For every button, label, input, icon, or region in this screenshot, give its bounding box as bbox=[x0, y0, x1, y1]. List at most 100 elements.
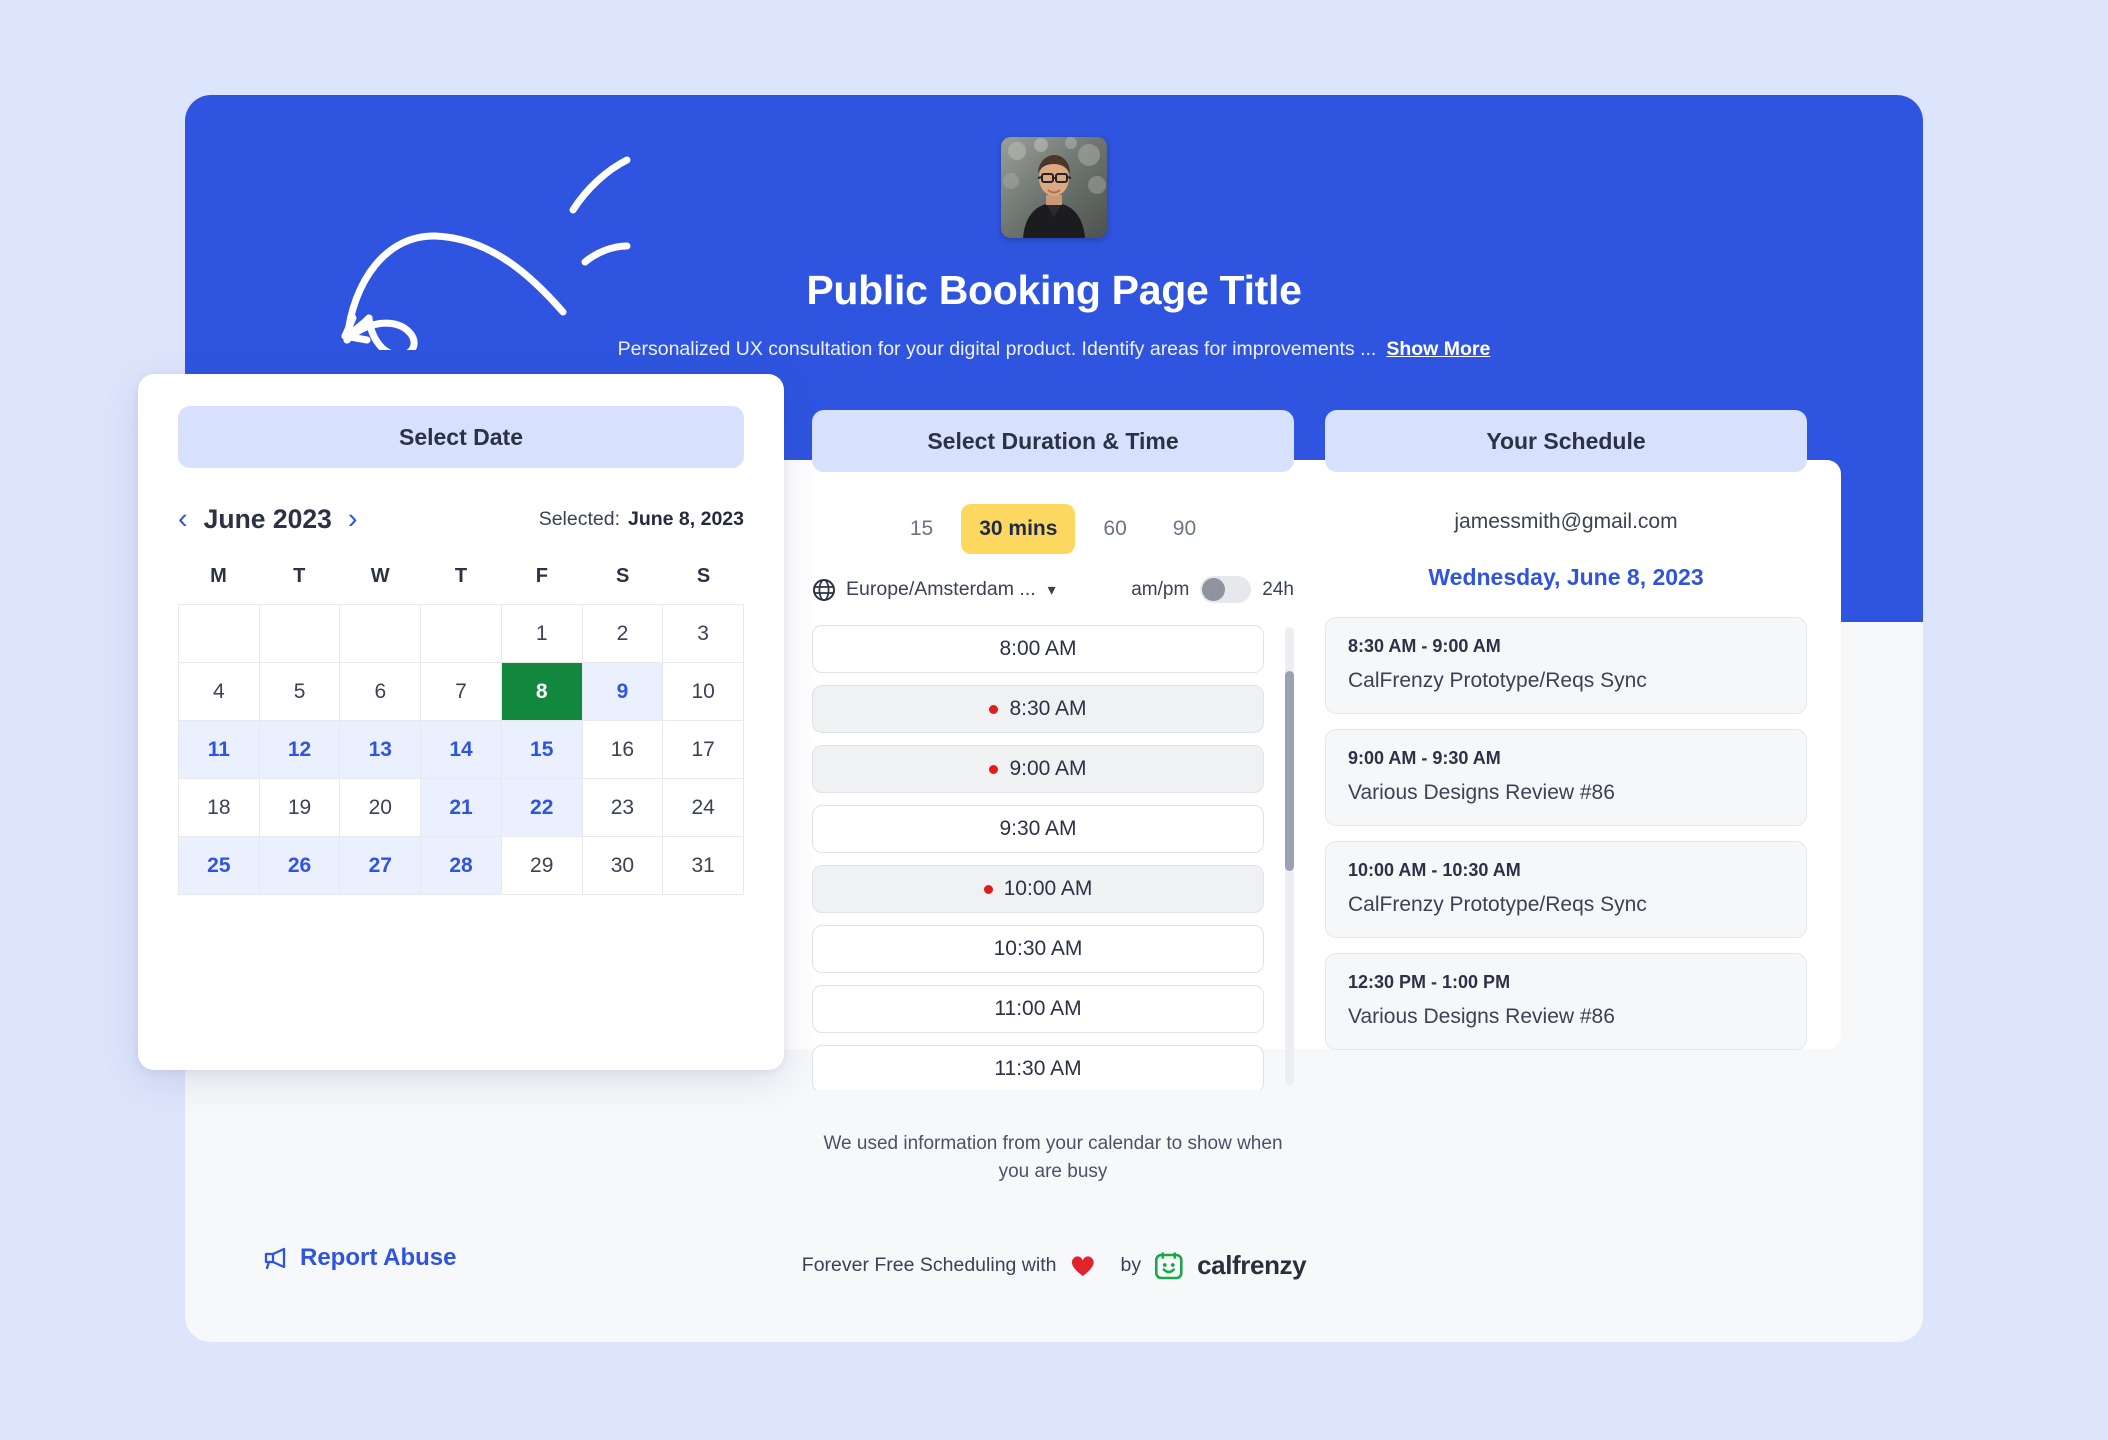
ampm-label: am/pm bbox=[1131, 578, 1190, 600]
brand-name: calfrenzy bbox=[1197, 1250, 1307, 1280]
duration-option-90[interactable]: 90 bbox=[1155, 504, 1214, 554]
duration-option-15[interactable]: 15 bbox=[892, 504, 951, 554]
timezone-value[interactable]: Europe/Amsterdam ... bbox=[846, 578, 1036, 601]
time-slot-11-30-am[interactable]: 11:30 AM bbox=[812, 1045, 1264, 1090]
calendar-day-14[interactable]: 14 bbox=[421, 721, 502, 779]
schedule-event-time: 10:00 AM - 10:30 AM bbox=[1348, 860, 1521, 880]
show-more-link[interactable]: Show More bbox=[1386, 338, 1490, 360]
calendar-day-27[interactable]: 27 bbox=[340, 837, 422, 895]
time-slot-label: 11:00 AM bbox=[994, 997, 1082, 1020]
time-slot-11-00-am[interactable]: 11:00 AM bbox=[812, 985, 1264, 1033]
selected-date-value: June 8, 2023 bbox=[628, 508, 744, 530]
page-subtitle: Personalized UX consultation for your di… bbox=[185, 338, 1923, 361]
time-slot-label: 10:30 AM bbox=[993, 937, 1083, 960]
schedule-event-time: 12:30 PM - 1:00 PM bbox=[1348, 972, 1511, 992]
calendar-day-22[interactable]: 22 bbox=[501, 779, 583, 837]
time-slot-10-00-am[interactable]: 10:00 AM bbox=[812, 865, 1264, 913]
schedule-event-card: 10:00 AM - 10:30 AM CalFrenzy Prototype/R… bbox=[1325, 841, 1807, 938]
calendar-day-3: 3 bbox=[663, 605, 744, 663]
schedule-event-title: CalFrenzy Prototype/Reqs Sync bbox=[1348, 893, 1647, 916]
calendar-day-25[interactable]: 25 bbox=[179, 837, 260, 895]
busy-note: We used information from your calendar t… bbox=[823, 1133, 1283, 1182]
schedule-date: Wednesday, June 8, 2023 bbox=[1428, 564, 1704, 590]
time-slot-label: 11:30 AM bbox=[994, 1057, 1082, 1080]
calendar-day-12[interactable]: 12 bbox=[259, 721, 341, 779]
avatar-photo bbox=[1001, 137, 1107, 238]
select-date-header: Select Date bbox=[178, 406, 744, 468]
selected-date-display: Selected: June 8, 2023 bbox=[539, 508, 744, 531]
calendar-day-28[interactable]: 28 bbox=[421, 837, 502, 895]
calendar-grid: 1 2 3 4 5 6 7 8 9 10 11 12 13 14 15 16 17 18 19 20 21 22 23 24 2… bbox=[178, 604, 744, 895]
calendar-day-7: 7 bbox=[421, 663, 502, 721]
time-slot-8-00-am[interactable]: 8:00 AM bbox=[812, 625, 1264, 673]
time-slot-10-30-am[interactable]: 10:30 AM bbox=[812, 925, 1264, 973]
calendar-day-24: 24 bbox=[663, 779, 744, 837]
select-duration-header: Select Duration & Time bbox=[812, 410, 1294, 472]
next-month-button[interactable]: › bbox=[348, 505, 358, 534]
globe-icon bbox=[812, 578, 836, 602]
calendar-cell-empty bbox=[421, 605, 502, 663]
page-root: Public Booking Page Title Personalized U… bbox=[0, 0, 2108, 1440]
calendar-nav: ‹ June 2023 › Selected: June 8, 2023 bbox=[178, 504, 744, 535]
schedule-event-time: 9:00 AM - 9:30 AM bbox=[1348, 748, 1501, 768]
calendar-day-6: 6 bbox=[340, 663, 422, 721]
busy-dot-icon bbox=[983, 884, 993, 894]
schedule-event-time: 8:30 AM - 9:00 AM bbox=[1348, 636, 1501, 656]
select-duration-time-column: Select Duration & Time 15 30 mins 60 90 Eur… bbox=[812, 410, 1294, 1090]
calendar-weekday-6: S bbox=[696, 565, 711, 587]
time-slot-8-30-am[interactable]: 8:30 AM bbox=[812, 685, 1264, 733]
calendar-day-1: 1 bbox=[501, 605, 583, 663]
calendar-day-13[interactable]: 13 bbox=[340, 721, 422, 779]
duration-options: 15 30 mins 60 90 bbox=[812, 504, 1294, 554]
calendar-weekday-1: T bbox=[293, 565, 306, 587]
calendar-day-19: 19 bbox=[259, 779, 341, 837]
calendar-day-18: 18 bbox=[179, 779, 260, 837]
time-slot-label: 9:30 AM bbox=[999, 817, 1077, 840]
calendar-day-21[interactable]: 21 bbox=[421, 779, 502, 837]
calendar-day-30: 30 bbox=[582, 837, 664, 895]
calendar-day-29: 29 bbox=[501, 837, 583, 895]
calendar-cell-empty bbox=[340, 605, 422, 663]
calendar-day-26[interactable]: 26 bbox=[259, 837, 341, 895]
selected-date-label: Selected: bbox=[538, 508, 620, 530]
calendar-day-9[interactable]: 9 bbox=[582, 663, 664, 721]
duration-option-30-mins[interactable]: 30 mins bbox=[961, 504, 1076, 554]
h24-label: 24h bbox=[1262, 578, 1294, 600]
calendar-month-label: June 2023 bbox=[203, 504, 332, 534]
calendar-day-16: 16 bbox=[582, 721, 664, 779]
brand-prefix: Forever Free Scheduling with bbox=[801, 1254, 1057, 1276]
busy-dot-icon bbox=[989, 764, 999, 774]
megaphone-icon bbox=[264, 1247, 286, 1269]
schedule-event-card: 9:00 AM - 9:30 AM Various Designs Review … bbox=[1325, 729, 1807, 826]
time-slot-label: 8:30 AM bbox=[1009, 697, 1087, 720]
calendar-weekday-row: MTWTFSS bbox=[178, 565, 744, 604]
chevron-down-icon[interactable]: ▾ bbox=[1048, 580, 1056, 600]
schedule-event-card: 12:30 PM - 1:00 PM Various Designs Review… bbox=[1325, 953, 1807, 1050]
time-slot-9-00-am[interactable]: 9:00 AM bbox=[812, 745, 1264, 793]
calendar-day-5: 5 bbox=[259, 663, 341, 721]
time-slot-label: 9:00 AM bbox=[1009, 757, 1087, 780]
time-slot-label: 10:00 AM bbox=[1003, 877, 1093, 900]
time-format-toggle[interactable] bbox=[1200, 576, 1252, 603]
calendar-cell-empty bbox=[259, 605, 341, 663]
calendar-day-15[interactable]: 15 bbox=[501, 721, 583, 779]
schedule-event-title: Various Designs Review #86 bbox=[1348, 781, 1615, 804]
report-abuse-link[interactable]: Report Abuse bbox=[263, 1244, 456, 1272]
calendar-day-8[interactable]: 8 bbox=[501, 663, 583, 721]
time-slot-list: 8:00 AM 8:30 AM 9:00 AM 9:30 AM 10:00 AM 10:3… bbox=[812, 625, 1264, 1090]
calendar-weekday-2: W bbox=[370, 565, 390, 587]
calendar-day-2: 2 bbox=[582, 605, 664, 663]
time-format-toggle-group: am/pm 24h bbox=[1131, 576, 1294, 603]
heart-icon bbox=[1071, 1255, 1094, 1276]
calendar-weekday-5: S bbox=[616, 565, 630, 587]
calendar-weekday-3: T bbox=[454, 565, 468, 587]
duration-option-60[interactable]: 60 bbox=[1085, 504, 1144, 554]
brand-footer: Forever Free Scheduling with by calfrenz… bbox=[801, 1250, 1307, 1281]
calendar-day-11[interactable]: 11 bbox=[179, 721, 260, 779]
prev-month-button[interactable]: ‹ bbox=[178, 505, 188, 534]
calendar-day-10: 10 bbox=[663, 663, 744, 721]
time-slot-9-30-am[interactable]: 9:30 AM bbox=[812, 805, 1264, 853]
scrollbar-thumb[interactable] bbox=[1285, 671, 1294, 871]
calfrenzy-logo-icon bbox=[1155, 1251, 1183, 1279]
time-slot-scrollbar[interactable] bbox=[1285, 627, 1294, 1085]
